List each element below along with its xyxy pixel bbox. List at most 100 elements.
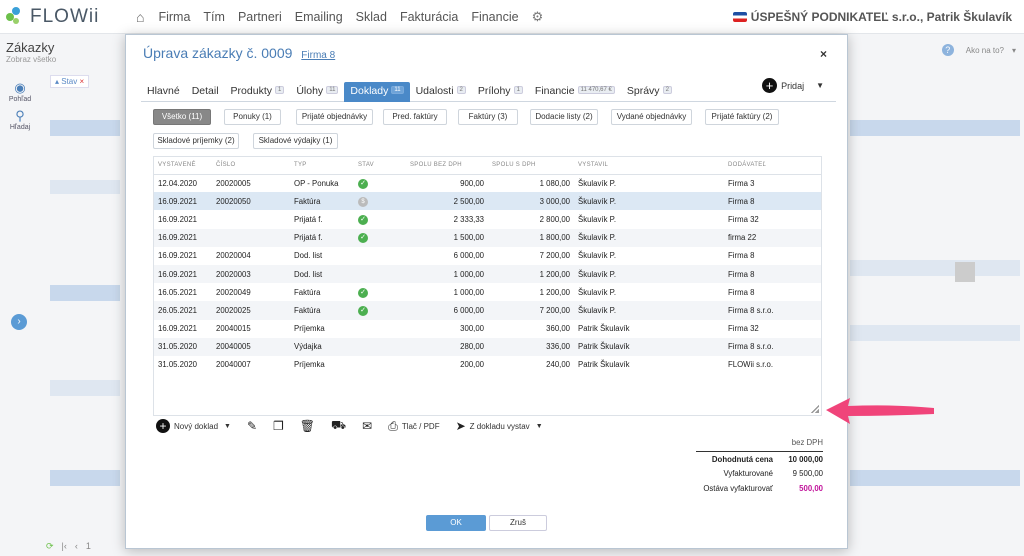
sidebar-view-label: Pohľad — [8, 96, 32, 103]
nav-item-fakturacia[interactable]: Fakturácia — [400, 10, 458, 24]
tab-spravy[interactable]: Správy 2 — [621, 82, 678, 102]
tab-doklady[interactable]: Doklady 11 — [344, 82, 410, 102]
tab-financie[interactable]: Financie 11 470,67 € — [529, 82, 621, 102]
filter-received-invoices[interactable]: Prijaté faktúry (2) — [705, 109, 779, 125]
col-net[interactable]: SPOLU BEZ DPH — [406, 157, 488, 175]
cell-number — [212, 228, 290, 247]
cell-status — [354, 356, 406, 374]
company-selector[interactable]: ÚSPEŠNÝ PODNIKATEĽ s.r.o., Patrik Škulav… — [732, 10, 1012, 24]
help-link[interactable]: ? Ako na to? ▾ — [941, 44, 1016, 56]
app-logo[interactable]: FLOWii — [6, 6, 126, 28]
nav-item-financie[interactable]: Financie — [471, 10, 518, 24]
tab-produkty[interactable]: Produkty 1 — [225, 82, 291, 102]
filter-issued-orders[interactable]: Vydané objednávky — [611, 109, 692, 125]
tab-detail[interactable]: Detail — [186, 82, 225, 102]
filter-stock-issues[interactable]: Skladové výdajky (1) — [253, 133, 338, 149]
first-page-icon[interactable]: |‹ — [62, 541, 67, 552]
cell-status: ✓ — [354, 210, 406, 228]
table-row[interactable]: 16.09.2021 20020004 Dod. list 6 000,00 7 200… — [154, 247, 821, 265]
tab-count-badge: 11 — [326, 86, 339, 94]
nav-item-tim[interactable]: Tím — [203, 10, 225, 24]
filter-offers[interactable]: Ponuky (1) — [224, 109, 281, 125]
tab-hlavne[interactable]: Hlavné — [141, 82, 186, 102]
home-icon[interactable]: ⌂ — [136, 9, 144, 25]
cell-issued: 16.09.2021 — [158, 214, 198, 224]
caret-down-icon[interactable]: ▼ — [816, 81, 824, 90]
table-row[interactable]: 16.05.2021 20020049 Faktúra ✓ 1 000,00 1 200,… — [154, 283, 821, 301]
new-document-label: Nový doklad — [174, 421, 219, 431]
status-paid-icon: ✓ — [358, 178, 368, 189]
trash-icon[interactable]: 🗑 — [300, 419, 315, 433]
nav-item-partneri[interactable]: Partneri — [238, 10, 282, 24]
tab-prilohy[interactable]: Prílohy 1 — [472, 82, 529, 102]
cell-issuer: Patrik Škulavík — [574, 337, 724, 356]
col-issuer[interactable]: VYSTAVIL — [574, 157, 724, 175]
page-number[interactable]: 1 — [86, 541, 91, 552]
col-gross[interactable]: SPOLU S DPH — [488, 157, 574, 175]
cell-issuer: Škulavík P. — [578, 178, 616, 188]
table-row[interactable]: 16.09.2021 20020003 Dod. list 1 000,00 1 200… — [154, 264, 821, 284]
gear-icon[interactable]: ⚙ — [532, 9, 544, 25]
ok-button[interactable]: OK — [426, 515, 486, 531]
chevron-down-icon: ▾ — [1011, 45, 1016, 55]
nav-item-sklad[interactable]: Sklad — [356, 10, 387, 24]
modal-tabs: Hlavné Detail Produkty 1 Úlohy 11 Doklady 1… — [141, 78, 836, 102]
cell-issued: 31.05.2020 — [154, 337, 212, 356]
page-subtitle[interactable]: Zobraz všetko — [6, 55, 56, 64]
printer-icon: ⎙ — [388, 418, 398, 433]
close-icon[interactable]: × — [820, 47, 827, 61]
prev-page-icon[interactable]: ‹ — [75, 541, 78, 552]
tab-count-badge: 1 — [274, 86, 285, 94]
table-row[interactable]: 16.09.2021 20020050 Faktúra $2 500,00 3 000,… — [154, 192, 821, 211]
table-row[interactable]: 31.05.2020 20040007 Príjemka 200,00 240,00 Pa… — [154, 356, 821, 374]
tab-udalosti[interactable]: Udalosti 2 — [410, 82, 472, 102]
col-status[interactable]: STAV — [354, 157, 406, 175]
add-button-label: Pridaj — [781, 80, 805, 91]
truck-icon[interactable]: ⛟ — [331, 418, 346, 434]
cell-type: Príjemka — [294, 324, 325, 334]
expand-arrow-icon[interactable]: › — [11, 314, 27, 330]
resize-handle-icon[interactable] — [811, 405, 819, 413]
add-button[interactable]: + Pridaj ▼ — [762, 78, 824, 93]
tab-ulohy[interactable]: Úlohy 11 — [290, 82, 344, 102]
table-row[interactable]: 16.09.2021 Prijatá f. ✓ 2 333,33 2 800,00 Šku… — [154, 210, 821, 228]
cell-gross: 1 200,00 — [539, 287, 570, 297]
search-icon: ⚲ — [15, 108, 25, 123]
filter-invoices[interactable]: Faktúry (3) — [458, 109, 518, 125]
cell-issued: 16.09.2021 — [158, 324, 198, 334]
sidebar-view-button[interactable]: ◉ Pohľad — [0, 80, 40, 103]
refresh-icon[interactable]: ⟳ — [46, 541, 54, 552]
col-supplier[interactable]: DODÁVATEĽ — [724, 157, 821, 175]
table-row[interactable]: 26.05.2021 20020025 Faktúra ✓ 6 000,00 7 200,… — [154, 301, 821, 320]
status-filter-chip[interactable]: ▴ Stav × — [50, 75, 90, 88]
cell-issuer: Škulavík P. — [578, 214, 616, 224]
nav-item-emailing[interactable]: Emailing — [295, 10, 343, 24]
firm-link[interactable]: Firma 8 — [301, 50, 335, 61]
col-number[interactable]: ČÍSLO — [212, 157, 290, 175]
issue-from-document-button[interactable]: ➤ Z dokladu vystav ▼ — [456, 419, 543, 433]
table-row[interactable]: 16.09.2021 Prijatá f. ✓ 1 500,00 1 800,00 Šku… — [154, 228, 821, 247]
filter-delivery-notes[interactable]: Dodacie listy (2) — [530, 109, 598, 125]
filter-proforma[interactable]: Pred. faktúry — [383, 109, 447, 125]
filter-stock-receipts[interactable]: Skladové príjemky (2) — [153, 133, 239, 149]
col-issued[interactable]: VYSTAVENÉ — [154, 157, 212, 175]
table-row[interactable]: 12.04.2020 20020005 OP - Ponuka ✓ 900,00 1 08… — [154, 174, 821, 192]
remaining-label: Ostáva vyfakturovať — [703, 484, 773, 493]
cancel-button[interactable]: Zruš — [489, 515, 547, 531]
caret-down-icon: ▼ — [224, 422, 231, 430]
table-row[interactable]: 16.09.2021 20040015 Príjemka 300,00 360,00 Pa… — [154, 320, 821, 338]
cell-status: ✓ — [354, 174, 406, 192]
edit-pencil-icon[interactable]: ✎ — [247, 419, 257, 433]
sidebar-search-button[interactable]: ⚲ Hľadaj — [0, 108, 40, 131]
filter-all[interactable]: Všetko (11) — [153, 109, 211, 125]
new-document-button[interactable]: + Nový doklad ▼ — [156, 419, 231, 433]
col-type[interactable]: TYP — [290, 157, 354, 175]
copy-icon[interactable]: ❐ — [273, 419, 284, 433]
cell-supplier: FLOWii s.r.o. — [728, 360, 774, 370]
summary-header: bez DPH — [791, 438, 823, 447]
envelope-icon[interactable]: ✉ — [362, 419, 372, 433]
table-row[interactable]: 31.05.2020 20040005 Výdajka 280,00 336,00 Pat… — [154, 337, 821, 356]
filter-received-orders[interactable]: Prijaté objednávky — [296, 109, 373, 125]
nav-item-firma[interactable]: Firma — [158, 10, 190, 24]
print-pdf-button[interactable]: ⎙ Tlač / PDF — [388, 419, 439, 434]
